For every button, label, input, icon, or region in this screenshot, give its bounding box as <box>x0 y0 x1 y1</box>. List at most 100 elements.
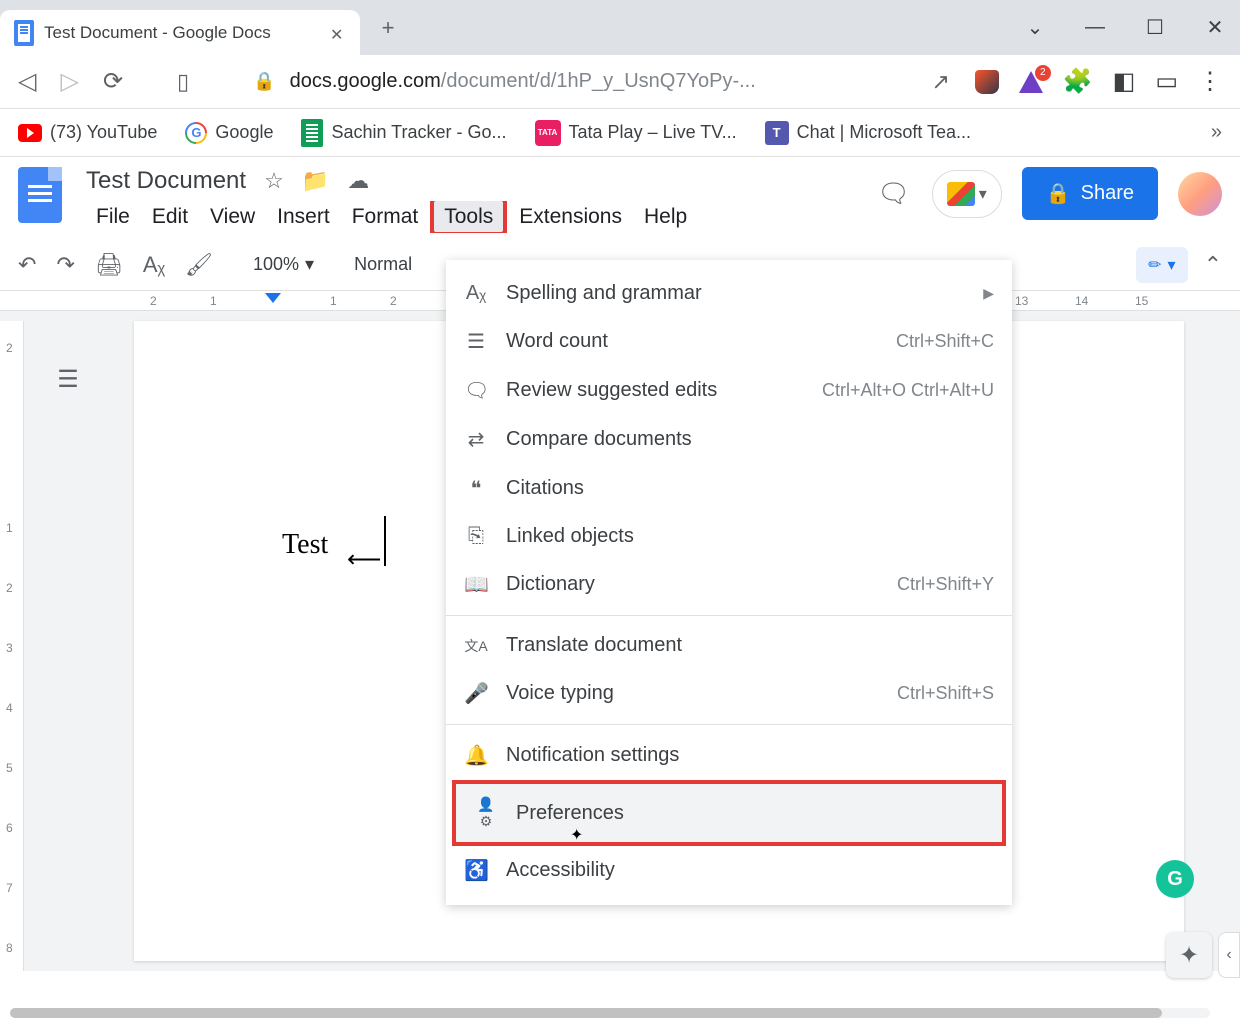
delta-extension-icon[interactable]: 2 <box>1019 71 1043 93</box>
docs-header: Test Document ☆ 📁 ☁ File Edit View Inser… <box>0 157 1240 233</box>
menu-tools-highlight: Tools <box>430 201 507 233</box>
chevron-right-icon: ▶ <box>983 285 994 302</box>
vertical-ruler[interactable]: 2 1 2 3 4 5 6 7 8 <box>0 321 24 971</box>
menu-extensions[interactable]: Extensions <box>509 201 632 233</box>
teams-icon <box>765 121 789 145</box>
indent-marker[interactable] <box>265 293 281 303</box>
document-outline-icon[interactable]: ☰ <box>50 361 86 397</box>
reload-button[interactable]: ⟳ <box>103 67 123 96</box>
menu-help[interactable]: Help <box>634 201 697 233</box>
lock-icon: 🔒 <box>253 71 275 92</box>
menu-translate[interactable]: 文ATranslate document <box>446 622 1012 669</box>
menu-insert[interactable]: Insert <box>267 201 340 233</box>
menu-notification-settings[interactable]: 🔔Notification settings <box>446 731 1012 780</box>
address-bar-actions: ↗ 2 🧩 ◧ ▭ ⋮ <box>927 67 1222 96</box>
menu-separator <box>446 615 1012 616</box>
back-button[interactable]: ◁ <box>18 67 36 96</box>
style-selector[interactable]: Normal <box>354 254 412 275</box>
menu-word-count[interactable]: ☰Word countCtrl+Shift+C <box>446 317 1012 366</box>
menu-bar: File Edit View Insert Format Tools Exten… <box>86 201 852 233</box>
menu-dictionary[interactable]: 📖DictionaryCtrl+Shift+Y <box>446 560 1012 609</box>
menu-view[interactable]: View <box>200 201 265 233</box>
move-icon[interactable]: 📁 <box>302 168 329 194</box>
menu-accessibility[interactable]: ♿Accessibility <box>446 846 1012 895</box>
docs-favicon <box>14 20 34 46</box>
wallet-icon[interactable]: ▭ <box>1155 67 1178 96</box>
edit-mode-button[interactable]: ✏▾ <box>1136 247 1187 283</box>
menu-citations[interactable]: ❝Citations <box>446 464 1012 513</box>
delta-badge: 2 <box>1035 65 1051 81</box>
forward-button[interactable]: ▷ <box>60 67 78 96</box>
menu-spelling-grammar[interactable]: AᵪSpelling and grammar▶ <box>446 270 1012 317</box>
bookmark-youtube[interactable]: (73) YouTube <box>18 122 157 143</box>
browser-tab[interactable]: Test Document - Google Docs ✕ <box>0 10 360 55</box>
browser-tab-strip: Test Document - Google Docs ✕ + ⌄ — ☐ ✕ <box>0 0 1240 55</box>
menu-review-suggested[interactable]: 🗨Review suggested editsCtrl+Alt+O Ctrl+A… <box>446 366 1012 415</box>
print-icon[interactable]: 🖨 <box>95 252 123 278</box>
bookmarks-overflow-icon[interactable]: » <box>1211 121 1222 144</box>
scrollbar-thumb[interactable] <box>10 1008 1162 1018</box>
bookmark-sheets[interactable]: Sachin Tracker - Go... <box>301 119 506 147</box>
star-icon[interactable]: ☆ <box>264 168 284 194</box>
menu-preferences[interactable]: 👤⚙Preferences <box>456 784 1002 842</box>
zoom-selector[interactable]: 100%▾ <box>253 254 314 275</box>
bookmark-icon[interactable]: ▯ <box>177 69 189 95</box>
menu-file[interactable]: File <box>86 201 140 233</box>
explore-button[interactable]: ✦ <box>1166 932 1212 978</box>
mouse-cursor: ✦ <box>570 825 583 845</box>
comments-icon[interactable]: 🗨 <box>876 176 912 212</box>
tab-title: Test Document - Google Docs <box>44 23 320 43</box>
close-tab-icon[interactable]: ✕ <box>330 25 346 41</box>
close-window-button[interactable]: ✕ <box>1200 15 1230 40</box>
menu-tools[interactable]: Tools <box>434 201 503 232</box>
new-tab-button[interactable]: + <box>370 10 406 46</box>
window-controls: ⌄ — ☐ ✕ <box>1020 0 1230 55</box>
pencil-icon: ✏ <box>1148 255 1161 275</box>
sidepanel-icon[interactable]: ◧ <box>1113 67 1136 96</box>
minimize-button[interactable]: — <box>1080 16 1110 39</box>
sheets-icon <box>301 119 323 147</box>
meet-icon <box>947 182 975 206</box>
brave-shield-icon[interactable] <box>975 70 999 94</box>
share-url-icon[interactable]: ↗ <box>927 68 955 96</box>
tools-dropdown-menu: AᵪSpelling and grammar▶ ☰Word countCtrl+… <box>446 260 1012 905</box>
bookmark-google[interactable]: Google <box>185 122 273 144</box>
url-field[interactable]: 🔒 docs.google.com/document/d/1hP_y_UsnQ7… <box>213 70 903 93</box>
text-cursor <box>384 516 386 566</box>
avatar[interactable] <box>1178 172 1222 216</box>
share-button[interactable]: 🔒Share <box>1022 167 1158 220</box>
menu-icon[interactable]: ⋮ <box>1198 67 1222 96</box>
menu-voice-typing[interactable]: 🎤Voice typingCtrl+Shift+S <box>446 669 1012 718</box>
menu-preferences-highlight: 👤⚙Preferences <box>452 780 1006 846</box>
lock-icon: 🔒 <box>1046 181 1071 206</box>
bookmark-tata[interactable]: TATATata Play – Live TV... <box>535 120 737 146</box>
menu-separator <box>446 724 1012 725</box>
redo-icon[interactable]: ↷ <box>56 252 74 278</box>
undo-icon[interactable]: ↶ <box>18 252 36 278</box>
side-panel-toggle[interactable]: ‹ <box>1218 932 1240 978</box>
address-bar: ◁ ▷ ⟳ ▯ 🔒 docs.google.com/document/d/1hP… <box>0 55 1240 109</box>
url-host: docs.google.com/document/d/1hP_y_UsnQ7Yo… <box>290 70 756 93</box>
document-title[interactable]: Test Document <box>86 167 246 195</box>
window-dropdown-icon[interactable]: ⌄ <box>1020 15 1050 40</box>
tata-icon: TATA <box>535 120 561 146</box>
docs-logo-icon[interactable] <box>18 167 62 223</box>
menu-linked-objects[interactable]: ⎘Linked objects <box>446 513 1012 560</box>
format-paint-icon[interactable]: 🖌 <box>185 252 213 278</box>
menu-edit[interactable]: Edit <box>142 201 198 233</box>
document-text[interactable]: Test <box>282 529 328 561</box>
extensions-icon[interactable]: 🧩 <box>1063 67 1093 96</box>
youtube-icon <box>18 124 42 142</box>
cloud-status-icon[interactable]: ☁ <box>347 168 369 194</box>
menu-format[interactable]: Format <box>342 201 429 233</box>
grammarly-icon[interactable]: G <box>1156 860 1194 898</box>
spellcheck-icon[interactable]: Aᵪ <box>143 252 165 278</box>
menu-compare-documents[interactable]: ⇄Compare documents <box>446 415 1012 464</box>
bookmark-teams[interactable]: Chat | Microsoft Tea... <box>765 121 971 145</box>
bookmarks-bar: (73) YouTube Google Sachin Tracker - Go.… <box>0 109 1240 157</box>
maximize-button[interactable]: ☐ <box>1140 15 1170 40</box>
arrow-annotation: ⟵ <box>347 545 381 574</box>
horizontal-scrollbar[interactable] <box>10 1008 1210 1018</box>
meet-button[interactable]: ▾ <box>932 170 1002 218</box>
collapse-toolbar-icon[interactable]: ⌃ <box>1204 252 1222 278</box>
